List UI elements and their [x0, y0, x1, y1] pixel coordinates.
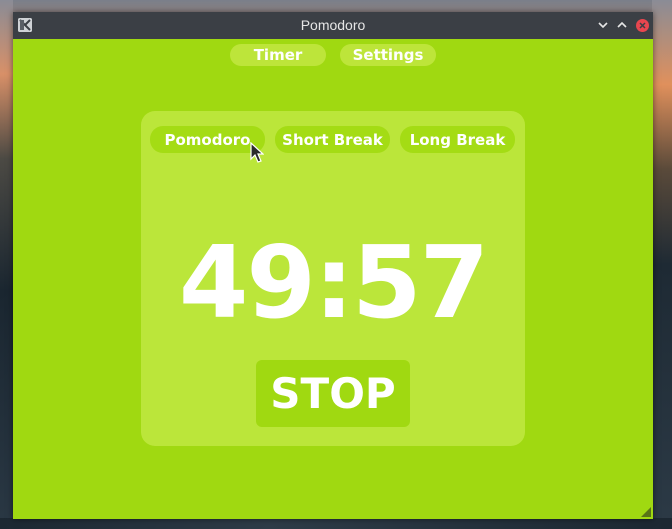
tab-settings[interactable]: Settings	[340, 44, 436, 66]
mouse-pointer-icon	[250, 142, 264, 163]
mode-short-break-button[interactable]: Short Break	[275, 126, 390, 153]
desktop-background-left	[0, 0, 13, 529]
window-title: Pomodoro	[300, 17, 366, 33]
close-icon	[635, 18, 649, 32]
desktop-background-bottom	[0, 518, 672, 529]
maximize-button[interactable]	[614, 17, 630, 33]
close-button[interactable]	[634, 17, 650, 33]
timer-card: Pomodoro Short Break Long Break 49:57 ST…	[141, 111, 525, 446]
chevron-up-icon	[617, 21, 627, 28]
minimize-button[interactable]	[595, 17, 611, 33]
mode-pomodoro-button[interactable]: Pomodoro	[150, 126, 265, 153]
app-window: Pomodoro Timer Settings Pomodoro Short B…	[13, 12, 653, 519]
chevron-down-icon	[598, 22, 608, 29]
desktop-background-right	[652, 0, 672, 529]
tab-timer[interactable]: Timer	[230, 44, 326, 66]
title-bar[interactable]: Pomodoro	[13, 12, 653, 39]
resize-grip-icon[interactable]	[641, 507, 651, 517]
timer-display: 49:57	[178, 224, 489, 341]
stop-button[interactable]: STOP	[256, 360, 410, 427]
mode-long-break-button[interactable]: Long Break	[400, 126, 515, 153]
